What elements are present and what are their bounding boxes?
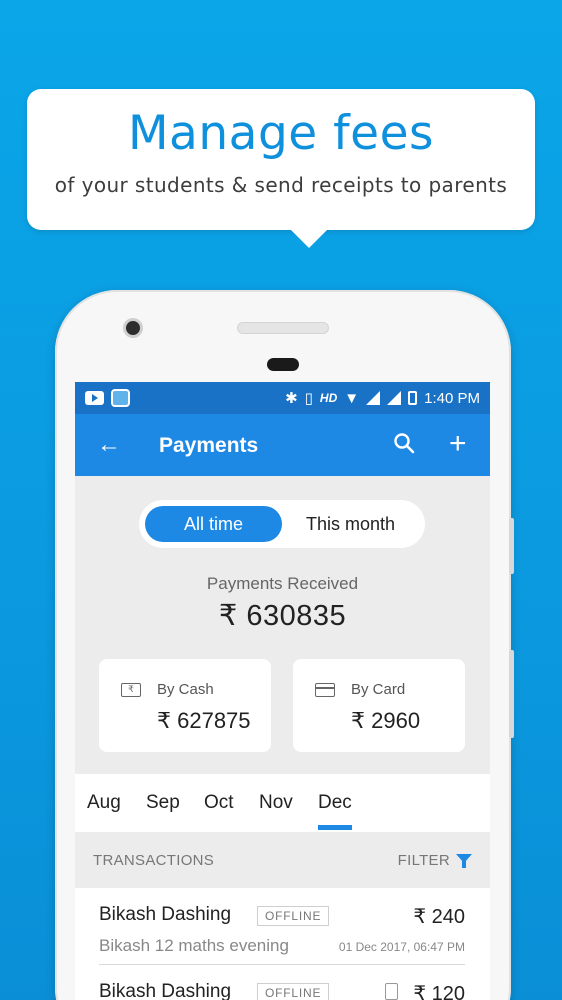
by-card-card[interactable]: By Card ₹ 2960 (293, 659, 465, 752)
hd-indicator: HD (319, 391, 338, 405)
transaction-name: Bikash Dashing (99, 981, 232, 1000)
filter-button[interactable]: FILTER (398, 852, 472, 869)
month-tabs: Aug Sep Oct Nov Dec (75, 774, 490, 832)
tab-dec[interactable]: Dec (318, 792, 352, 830)
power-button (509, 650, 514, 738)
app-bar: ← Payments + (75, 414, 490, 476)
transaction-amount: ₹ 240 (413, 906, 465, 928)
volume-button (509, 518, 514, 574)
toggle-all-time[interactable]: All time (145, 506, 282, 542)
tab-sep[interactable]: Sep (146, 792, 180, 814)
promo-subline: of your students & send receipts to pare… (54, 173, 508, 197)
by-cash-card[interactable]: ₹ By Cash ₹ 627875 (99, 659, 271, 752)
tab-nov[interactable]: Nov (259, 792, 293, 814)
status-bar: ✱ ▯ HD ▼ 1:40 PM (75, 382, 490, 414)
front-camera (123, 318, 143, 338)
toggle-this-month[interactable]: This month (282, 506, 419, 542)
youtube-notification-icon (85, 391, 104, 405)
search-icon[interactable] (393, 432, 415, 459)
transaction-description: Bikash 12 maths evening (99, 936, 289, 955)
receipt-document-icon[interactable] (385, 983, 398, 1000)
payments-received-amount: ₹ 630835 (218, 600, 347, 632)
status-badge: OFFLINE (257, 983, 330, 1000)
promo-bubble: Manage fees of your students & send rece… (27, 89, 535, 248)
rupee-note-icon: ₹ (121, 683, 141, 697)
by-cash-amount: ₹ 627875 (157, 708, 251, 733)
proximity-sensor (267, 358, 299, 371)
by-card-label: By Card (351, 681, 406, 698)
status-time: 1:40 PM (424, 389, 480, 407)
credit-card-icon (315, 683, 335, 697)
signal-icon-2 (387, 391, 402, 405)
transactions-list: Bikash Dashing OFFLINE ₹ 240 Bikash 12 m… (75, 888, 490, 1000)
transaction-row[interactable]: Bikash Dashing OFFLINE ₹ 240 Bikash 12 m… (75, 888, 490, 965)
tab-oct[interactable]: Oct (204, 792, 234, 814)
earpiece-speaker (237, 322, 329, 334)
promo-headline: Manage fees (128, 106, 434, 161)
wifi-icon: ▼ (344, 389, 360, 407)
transaction-row[interactable]: Bikash Dashing OFFLINE ₹ 120 (75, 965, 490, 1000)
filter-funnel-icon (456, 853, 472, 868)
arrow-back-icon[interactable]: ← (97, 431, 121, 459)
by-cash-label: By Cash (157, 681, 214, 698)
bluetooth-icon: ✱ (285, 390, 298, 407)
period-toggle: All time This month (139, 500, 425, 548)
tab-aug[interactable]: Aug (87, 792, 121, 814)
transaction-name: Bikash Dashing (99, 904, 232, 925)
phone-screen: ✱ ▯ HD ▼ 1:40 PM ← Payments + All time T… (75, 382, 490, 1000)
status-badge: OFFLINE (257, 906, 330, 926)
page-title: Payments (159, 434, 259, 457)
filter-label: FILTER (397, 851, 450, 869)
signal-icon (366, 391, 381, 405)
transactions-header: TRANSACTIONS FILTER (75, 832, 490, 888)
transactions-title: TRANSACTIONS (93, 851, 215, 869)
payments-received-label: Payments Received (206, 574, 359, 593)
app-notification-icon (111, 389, 130, 407)
transaction-amount: ₹ 120 (413, 983, 465, 1000)
battery-icon (408, 391, 418, 405)
plus-icon[interactable]: + (449, 427, 467, 461)
by-card-amount: ₹ 2960 (351, 708, 421, 733)
vibrate-icon: ▯ (304, 390, 313, 407)
transaction-date: 01 Dec 2017, 06:47 PM (338, 940, 465, 954)
